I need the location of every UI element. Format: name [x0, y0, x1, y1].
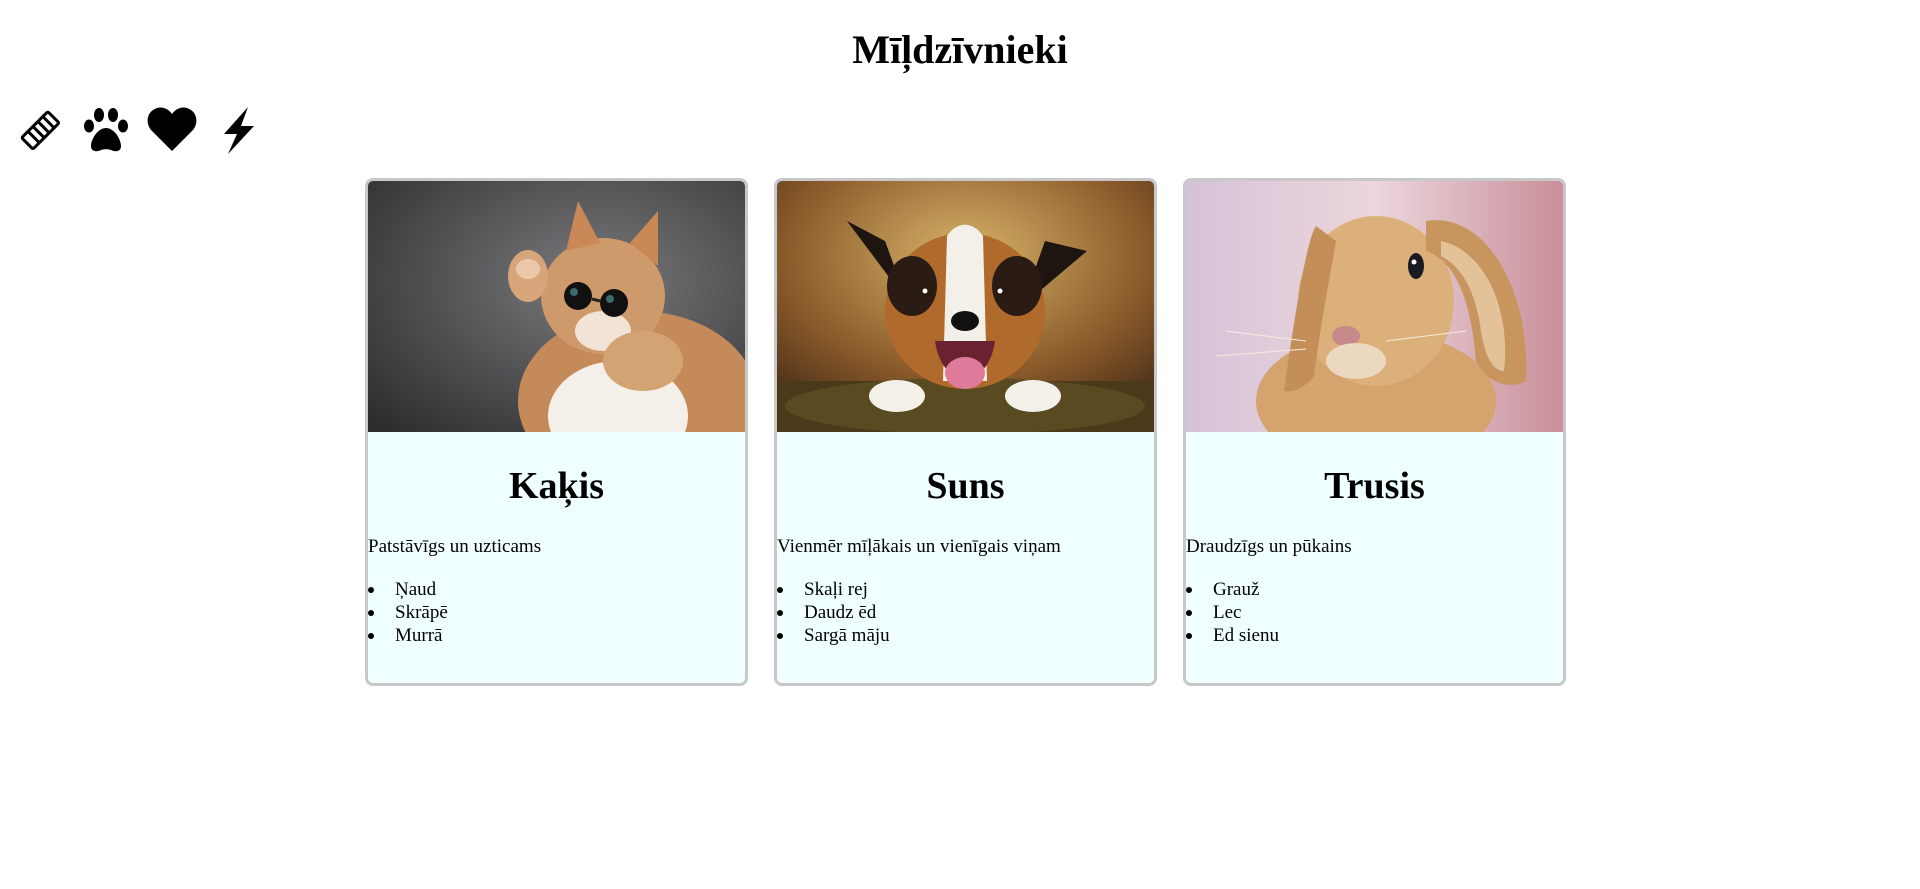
paw-icon [80, 104, 132, 156]
cat-photo [368, 181, 745, 432]
trait-list: Grauž Lec Ed sienu [1186, 578, 1563, 647]
card-title: Suns [926, 465, 1005, 507]
page-title: Mīļdzīvnieki [852, 27, 1068, 72]
pet-cards: Kaķis Patstāvīgs un uzticams Ņaud Skrāpē… [365, 178, 1566, 686]
pet-card-rabbit: Trusis Draudzīgs un pūkains Grauž Lec Ed… [1183, 178, 1566, 686]
list-item: Daudz ēd [777, 601, 1154, 624]
list-item: Skaļi rej [777, 578, 1154, 601]
card-description: Patstāvīgs un uzticams [368, 536, 542, 557]
list-item: Ed sienu [1186, 624, 1563, 647]
heart-icon [146, 104, 198, 156]
card-description: Draudzīgs un pūkains [1186, 536, 1352, 557]
lightning-icon [212, 104, 264, 156]
pet-card-cat: Kaķis Patstāvīgs un uzticams Ņaud Skrāpē… [365, 178, 748, 686]
card-title: Trusis [1324, 465, 1425, 507]
dog-photo [777, 181, 1154, 432]
list-item: Murrā [368, 624, 745, 647]
card-title: Kaķis [508, 465, 605, 507]
rabbit-photo [1186, 181, 1563, 432]
card-description: Vienmēr mīļākais un vienīgais viņam [777, 536, 1061, 557]
trait-list: Ņaud Skrāpē Murrā [368, 578, 745, 647]
list-item: Skrāpē [368, 601, 745, 624]
list-item: Lec [1186, 601, 1563, 624]
icon-row [14, 104, 264, 156]
list-item: Sargā māju [777, 624, 1154, 647]
trait-list: Skaļi rej Daudz ēd Sargā māju [777, 578, 1154, 647]
list-item: Grauž [1186, 578, 1563, 601]
handshake-icon [14, 104, 66, 156]
list-item: Ņaud [368, 578, 745, 601]
pet-card-dog: Suns Vienmēr mīļākais un vienīgais viņam… [774, 178, 1157, 686]
